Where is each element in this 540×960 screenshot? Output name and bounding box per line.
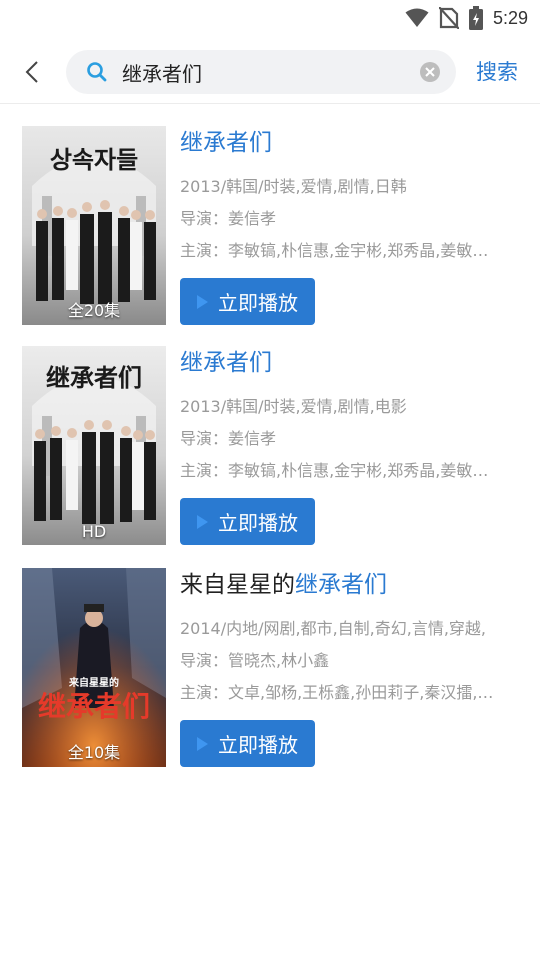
poster-image[interactable]: 来自星星的 继承者们 全10集 [22,568,166,767]
poster-title: 继承者们 [46,364,142,392]
poster-title: 상속자들 [50,146,138,174]
no-sim-icon [438,7,459,29]
result-director: 导演：管晓杰,林小鑫 [180,651,330,670]
play-icon [197,736,208,751]
list-item[interactable]: 来自星星的 继承者们 全10集 来自星星的继承者们 2014/内地/网剧,都市,… [0,568,540,768]
search-header: 搜索 [0,40,540,104]
wifi-icon [405,8,429,28]
result-director: 导演：姜信孝 [180,429,277,448]
search-box[interactable] [66,50,456,94]
status-time: 5:29 [492,7,528,28]
result-director: 导演：姜信孝 [180,209,277,228]
play-now-label: 立即播放 [218,733,298,757]
search-input[interactable] [122,50,412,94]
result-genre-info: 2013/韩国/时装,爱情,剧情,日韩 [180,177,407,196]
chevron-left-icon [25,61,38,83]
result-genre-info: 2013/韩国/时装,爱情,剧情,电影 [180,397,407,416]
quality-badge: HD [81,522,107,541]
result-info: 继承者们 2013/韩国/时装,爱情,剧情,电影 导演：姜信孝 主演：李敏镐,朴… [180,346,510,545]
result-genre-info: 2014/内地/网剧,都市,自制,奇幻,言情,穿越, [180,619,487,638]
back-button[interactable] [14,54,50,90]
play-now-button[interactable]: 立即播放 [180,498,315,545]
clear-button[interactable] [420,62,440,82]
poster-image[interactable]: 상속자들 全20集 [22,126,166,325]
poster-image[interactable]: 继承者们 HD [22,346,166,545]
episode-badge: 全10集 [67,743,121,762]
search-icon [86,61,108,87]
result-title[interactable]: 继承者们 [180,126,510,162]
play-icon [197,514,208,529]
result-info: 来自星星的继承者们 2014/内地/网剧,都市,自制,奇幻,言情,穿越, 导演：… [180,568,510,767]
result-cast: 主演：李敏镐,朴信惠,金宇彬,郑秀晶,姜敏… [180,241,489,260]
play-now-label: 立即播放 [218,511,298,535]
play-now-label: 立即播放 [218,291,298,315]
play-icon [197,294,208,309]
clear-icon [425,67,435,77]
play-now-button[interactable]: 立即播放 [180,720,315,767]
battery-charging-icon [468,6,483,30]
result-info: 继承者们 2013/韩国/时装,爱情,剧情,日韩 导演：姜信孝 主演：李敏镐,朴… [180,126,510,325]
result-cast: 主演：文卓,邹杨,王栎鑫,孙田莉子,秦汉擂,… [180,683,494,702]
search-button[interactable]: 搜索 [476,56,518,86]
poster-subtitle: 来自星星的 [68,676,119,689]
poster-title: 继承者们 [38,690,150,723]
result-title[interactable]: 来自星星的继承者们 [180,568,510,604]
list-item[interactable]: 상속자들 全20集 继承者们 2013/韩国/时装,爱情,剧情,日韩 导演：姜信… [0,126,540,326]
play-now-button[interactable]: 立即播放 [180,278,315,325]
status-bar: 5:29 [0,0,540,36]
result-title[interactable]: 继承者们 [180,346,510,382]
list-item[interactable]: 继承者们 HD 继承者们 2013/韩国/时装,爱情,剧情,电影 导演：姜信孝 … [0,346,540,546]
result-cast: 主演：李敏镐,朴信惠,金宇彬,郑秀晶,姜敏… [180,461,489,480]
episode-badge: 全20集 [67,301,121,320]
